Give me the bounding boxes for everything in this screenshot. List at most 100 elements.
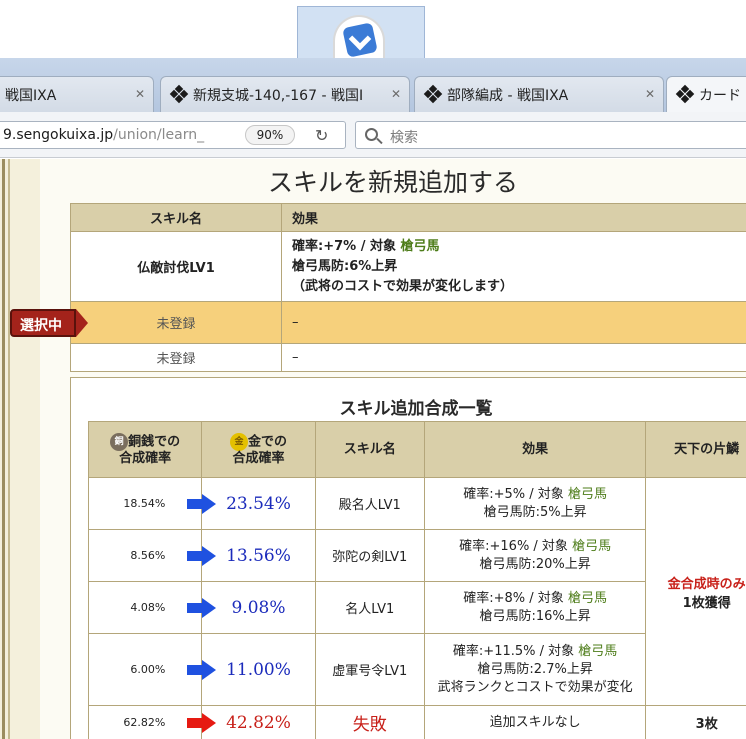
scale-note: 金合成時のみ 1枚獲得: [645, 477, 746, 706]
tab-unit-formation[interactable]: 部隊編成 - 戦国IXA ✕: [414, 76, 664, 112]
gold-rate: 23.54%: [201, 477, 316, 530]
ixa-favicon-icon: [169, 84, 189, 104]
effect-text: 確率:+5% / 対象: [463, 486, 568, 502]
copper-rate-cell: 62.82%: [87, 705, 217, 739]
gold-rate: 9.08%: [201, 581, 316, 634]
tab-title: カード: [699, 88, 741, 104]
tab-close-icon[interactable]: ✕: [645, 87, 655, 101]
effect-text: 槍弓馬防:5%上昇: [483, 504, 587, 520]
gold-rate: 42.82%: [201, 705, 316, 739]
effect-text: 槍弓馬防:2.7%上昇: [477, 661, 593, 677]
taskbar-strip: [0, 0, 746, 59]
tab-title: 部隊編成 - 戦国IXA: [447, 88, 569, 104]
skill-table: スキル名 効果 仏敵討伐LV1 確率:+7% / 対象 槍弓馬 槍弓馬防:6%上…: [70, 203, 746, 372]
skill-effect-header: 効果: [281, 203, 746, 232]
copper-rate-cell: 18.54%: [87, 477, 217, 530]
skill-row[interactable]: 未登録 –: [70, 343, 746, 372]
copper-rate: 6.00%: [130, 663, 166, 676]
taskbar-app-button[interactable]: [297, 6, 425, 59]
combo-row-failure: 62.82% 42.82% 失敗 追加スキルなし 3枚: [87, 705, 746, 739]
url-bar[interactable]: 9.sengokuixa.jp/union/learn_ 90% ↻: [0, 121, 346, 149]
effect-target: 槍弓馬: [572, 538, 612, 554]
page-body: スキルを新規追加する スキル名 効果 仏敵討伐LV1 確率:+7% / 対象 槍…: [0, 159, 746, 739]
search-placeholder: 検索: [390, 130, 418, 146]
combo-effect: 確率:+8% / 対象 槍弓馬槍弓馬防:16%上昇: [423, 581, 647, 634]
gold-rate: 13.56%: [201, 529, 316, 582]
effect-text: 槍弓馬防:20%上昇: [479, 556, 591, 572]
combo-effect: 確率:+16% / 対象 槍弓馬槍弓馬防:20%上昇: [423, 529, 647, 582]
gold-coin-icon: 金: [229, 432, 248, 451]
skill-effect: –: [281, 301, 746, 344]
skill-name-header: スキル名: [70, 203, 282, 232]
arrow-right-icon: [187, 659, 217, 680]
effect-target: 槍弓馬: [567, 486, 607, 502]
effect-text: 確率:+7% / 対象: [292, 238, 401, 254]
copper-rate-cell: 8.56%: [87, 529, 217, 582]
tab-ixa-1[interactable]: 戦国IXA ✕: [0, 76, 154, 112]
copper-rate-header: 銅銅銭での 合成確率: [87, 421, 203, 478]
skill-name: 未登録: [70, 343, 282, 372]
gold-rate-header: 金金での 合成確率: [201, 421, 316, 478]
gold-rate: 11.00%: [201, 633, 316, 706]
tab-new-branch-castle[interactable]: 新規支城-140,-167 - 戦国I ✕: [160, 76, 410, 112]
copper-coin-icon: 銅: [110, 432, 129, 451]
combo-list-title: スキル追加合成一覧: [339, 399, 493, 419]
reload-icon[interactable]: ↻: [315, 126, 328, 145]
arrow-right-icon: [187, 545, 217, 566]
scale-header: 天下の片鱗: [645, 421, 746, 478]
skill-row[interactable]: 仏敵討伐LV1 確率:+7% / 対象 槍弓馬 槍弓馬防:6%上昇 （武将のコス…: [70, 231, 746, 302]
ixa-favicon-icon: [423, 84, 443, 104]
effect-header: 効果: [423, 421, 647, 478]
tab-title: 新規支城-140,-167 - 戦国I: [193, 88, 364, 104]
copper-rate-cell: 6.00%: [87, 633, 217, 706]
url-host: 9.sengokuixa.jp: [3, 127, 114, 143]
scale-note-line2: 1枚獲得: [682, 595, 731, 611]
effect-text: 槍弓馬防:16%上昇: [479, 608, 591, 624]
combo-skill-name: 弥陀の剣LV1: [314, 529, 425, 582]
combo-skill-name: 虚軍号令LV1: [314, 633, 425, 706]
tab-card[interactable]: カード: [666, 76, 746, 112]
combo-skill-name: 殿名人LV1: [314, 477, 425, 530]
combo-effect: 確率:+5% / 対象 槍弓馬槍弓馬防:5%上昇: [423, 477, 647, 530]
combo-skill-name: 名人LV1: [314, 581, 425, 634]
left-frame: [0, 159, 40, 739]
copper-rate: 18.54%: [123, 497, 166, 510]
copper-rate: 8.56%: [130, 549, 166, 562]
search-input[interactable]: 検索: [355, 121, 746, 149]
effect-text: 武将ランクとコストで効果が変化: [437, 679, 633, 695]
arrow-right-icon: [187, 712, 217, 733]
skill-name-header: スキル名: [314, 421, 425, 478]
effect-target: 槍弓馬: [567, 590, 607, 606]
selected-badge: 選択中: [10, 309, 88, 337]
skill-effect: 確率:+7% / 対象 槍弓馬 槍弓馬防:6%上昇 （武将のコストで効果が変化し…: [281, 231, 746, 302]
search-icon: [365, 128, 378, 141]
combo-skill-name: 失敗: [314, 705, 425, 739]
scale-count: 3枚: [645, 705, 746, 739]
effect-text: 確率:+16% / 対象: [459, 538, 573, 554]
tab-close-icon[interactable]: ✕: [391, 87, 401, 101]
effect-text: 確率:+8% / 対象: [463, 590, 568, 606]
copper-rate-cell: 4.08%: [87, 581, 217, 634]
scale-note-line1: 金合成時のみ: [667, 576, 746, 592]
app-logo-icon: [333, 15, 385, 59]
ixa-favicon-icon: [675, 84, 695, 104]
copper-rate: 4.08%: [130, 601, 166, 614]
skill-name: 未登録: [70, 301, 282, 344]
tab-close-icon[interactable]: ✕: [135, 87, 145, 101]
combo-row: 18.54% 23.54% 殿名人LV1 確率:+5% / 対象 槍弓馬 槍弓馬防…: [87, 477, 746, 706]
zoom-indicator[interactable]: 90%: [245, 125, 295, 145]
url-path: /union/learn_: [113, 127, 205, 143]
effect-target: 槍弓馬: [400, 238, 440, 254]
combo-effect: 追加スキルなし: [423, 705, 647, 739]
effect-text: （武将のコストで効果が変化します）: [292, 278, 514, 294]
effect-text: 確率:+11.5% / 対象: [452, 643, 579, 659]
tab-title: 戦国IXA: [5, 88, 57, 104]
skill-effect: –: [281, 343, 746, 372]
page-title: スキルを新規追加する: [267, 168, 518, 197]
header-label: 銅銭での 合成確率: [119, 434, 181, 466]
arrow-right-icon: [187, 493, 217, 514]
copper-rate: 62.82%: [123, 716, 166, 729]
skill-row-selected[interactable]: 未登録 –: [70, 301, 746, 344]
arrow-right-icon: [187, 597, 217, 618]
skill-name: 仏敵討伐LV1: [70, 231, 282, 302]
